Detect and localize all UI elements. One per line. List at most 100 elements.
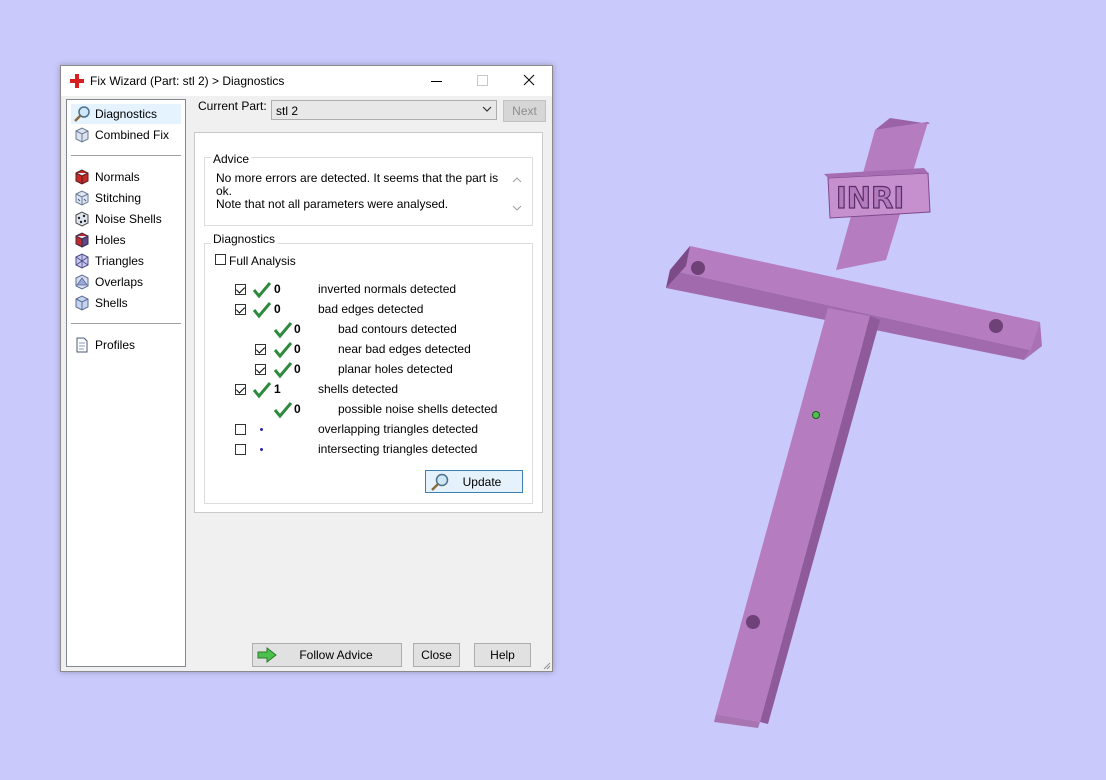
bad-edges-checkbox[interactable] xyxy=(235,304,246,315)
nav-label: Noise Shells xyxy=(95,212,162,226)
normals-cube-icon xyxy=(75,169,89,185)
cross-beam-lower xyxy=(716,308,870,722)
nav-item-normals[interactable]: Normals xyxy=(71,167,181,187)
nav-item-overlaps[interactable]: Overlaps xyxy=(71,272,181,292)
window-title: Fix Wizard (Part: stl 2) > Diagnostics xyxy=(90,74,285,88)
nav-label: Normals xyxy=(95,170,140,184)
red-cross-icon xyxy=(70,74,84,88)
scroll-up-icon[interactable] xyxy=(512,176,522,184)
holes-cube-icon xyxy=(75,232,89,248)
triangles-icon xyxy=(75,253,89,269)
wizard-nav: Diagnostics Combined Fix Normals Stitchi… xyxy=(66,99,186,667)
nav-label: Profiles xyxy=(95,338,136,352)
intersecting-triangles-text: intersecting triangles detected xyxy=(318,442,478,456)
current-part-select[interactable]: stl 2 xyxy=(271,100,497,120)
update-label: Update xyxy=(462,475,502,489)
nav-label: Holes xyxy=(95,233,126,247)
status-dot xyxy=(260,428,263,431)
nav-item-diagnostics[interactable]: Diagnostics xyxy=(71,104,181,124)
close-icon xyxy=(523,74,535,86)
planar-holes-checkbox[interactable] xyxy=(255,364,266,375)
document-icon xyxy=(76,337,88,353)
check-mark-icon xyxy=(252,382,272,399)
cube-icon xyxy=(75,127,89,143)
pivot-point xyxy=(812,411,820,419)
update-button[interactable]: Update xyxy=(425,470,523,493)
nav-label: Overlaps xyxy=(95,275,144,289)
advice-text: No more errors are detected. It seems th… xyxy=(216,172,506,211)
nav-item-combined-fix[interactable]: Combined Fix xyxy=(71,125,181,145)
help-button[interactable]: Help xyxy=(474,643,531,667)
close-window-button[interactable] xyxy=(506,66,552,96)
noise-shells-icon xyxy=(75,211,89,227)
follow-advice-button[interactable]: Follow Advice xyxy=(252,643,402,667)
check-mark-icon xyxy=(273,342,293,359)
full-analysis-label: Full Analysis xyxy=(229,254,296,268)
nav-item-shells[interactable]: Shells xyxy=(71,293,181,313)
intersecting-triangles-checkbox[interactable] xyxy=(235,444,246,455)
title-bar[interactable]: Fix Wizard (Part: stl 2) > Diagnostics xyxy=(61,66,552,96)
check-mark-icon xyxy=(273,322,293,339)
minimize-button[interactable] xyxy=(414,66,460,96)
shells-cube-icon xyxy=(75,295,89,311)
bad-contours-text: bad contours detected xyxy=(338,322,457,336)
cross-3d-model[interactable]: INRI xyxy=(660,110,1060,730)
screw-hole xyxy=(989,319,1003,333)
maximize-button[interactable] xyxy=(460,66,506,96)
follow-advice-label: Follow Advice xyxy=(299,648,373,662)
near-bad-edges-text: near bad edges detected xyxy=(338,342,471,356)
nav-item-stitching[interactable]: Stitching xyxy=(71,188,181,208)
next-button[interactable]: Next xyxy=(503,100,546,122)
arrow-right-icon xyxy=(257,646,277,664)
advice-line: No more errors are detected. It seems th… xyxy=(216,171,499,198)
check-mark-icon xyxy=(252,282,272,299)
check-mark-icon xyxy=(273,402,293,419)
nav-label: Combined Fix xyxy=(95,128,170,142)
advice-line: Note that not all parameters were analys… xyxy=(216,197,449,211)
current-part-label: Current Part: xyxy=(198,99,267,113)
fix-wizard-window: Fix Wizard (Part: stl 2) > Diagnostics D… xyxy=(60,65,553,672)
nav-divider xyxy=(71,323,181,324)
screw-hole xyxy=(746,615,760,629)
overlapping-triangles-checkbox[interactable] xyxy=(235,424,246,435)
nav-divider xyxy=(71,155,181,156)
shells-text: shells detected xyxy=(318,382,399,396)
resize-grip-icon[interactable] xyxy=(541,660,551,670)
full-analysis-checkbox[interactable] xyxy=(215,254,226,265)
planar-holes-text: planar holes detected xyxy=(338,362,453,376)
nav-label: Stitching xyxy=(95,191,142,205)
screw-hole xyxy=(691,261,705,275)
advice-title: Advice xyxy=(211,152,252,166)
nav-item-triangles[interactable]: Triangles xyxy=(71,251,181,271)
shells-checkbox[interactable] xyxy=(235,384,246,395)
nav-label: Shells xyxy=(95,296,128,310)
check-mark-icon xyxy=(252,302,272,319)
nav-item-profiles[interactable]: Profiles xyxy=(71,335,181,355)
inverted-normals-checkbox[interactable] xyxy=(235,284,246,295)
chevron-down-icon xyxy=(482,106,492,112)
inverted-normals-count: 0 xyxy=(274,282,281,296)
check-mark-icon xyxy=(273,362,293,379)
status-dot xyxy=(260,448,263,451)
planar-holes-count: 0 xyxy=(294,362,301,376)
nav-item-holes[interactable]: Holes xyxy=(71,230,181,250)
nav-item-noise-shells[interactable]: Noise Shells xyxy=(71,209,181,229)
current-part-value: stl 2 xyxy=(276,104,299,118)
scroll-down-icon[interactable] xyxy=(512,204,522,212)
magnifier-icon xyxy=(74,106,90,122)
overlapping-triangles-text: overlapping triangles detected xyxy=(318,422,479,436)
near-bad-edges-checkbox[interactable] xyxy=(255,344,266,355)
inri-inscription: INRI xyxy=(836,181,904,215)
shells-count: 1 xyxy=(274,382,281,396)
noise-shells-count: 0 xyxy=(294,402,301,416)
nav-label: Triangles xyxy=(95,254,144,268)
overlaps-icon xyxy=(75,274,89,290)
bad-contours-count: 0 xyxy=(294,322,301,336)
noise-shells-text: possible noise shells detected xyxy=(338,402,498,416)
stitching-cube-icon xyxy=(75,190,89,206)
inverted-normals-text: inverted normals detected xyxy=(318,282,457,296)
close-button[interactable]: Close xyxy=(413,643,460,667)
nav-label: Diagnostics xyxy=(95,107,158,121)
bad-edges-count: 0 xyxy=(274,302,281,316)
near-bad-edges-count: 0 xyxy=(294,342,301,356)
